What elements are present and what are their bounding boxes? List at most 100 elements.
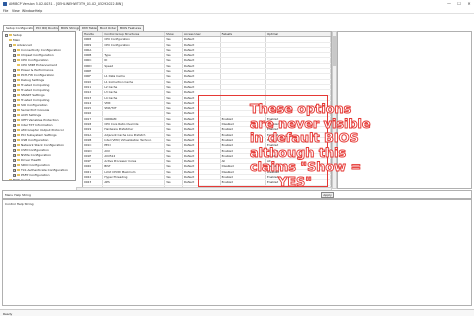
folder-icon [9,178,12,180]
tree-expander-icon[interactable]: + [13,123,16,127]
folder-icon [17,113,20,117]
setup-tree[interactable]: - Setup Main - Advanced + Connectivity Configu… [2,31,76,181]
tree-node-label: Trusted Computing [21,88,50,92]
annotation-text: These options are never visible in defau… [250,102,372,190]
tree-expander-icon[interactable]: + [13,48,16,52]
folder-icon [17,158,20,162]
tree-node-label: PCH-FW Configuration [21,73,55,77]
tree-expander-icon[interactable]: + [13,113,16,117]
tree-expander-icon[interactable]: + [13,78,16,82]
tree-node-label: UEFI Variables Protection [21,118,59,122]
folder-icon [17,88,20,92]
tree-node-label: Intel TXT Information [21,123,53,127]
folder-icon [17,63,20,67]
maximize-button[interactable]: ☐ [454,1,464,7]
tree-node-label: CPU Configuration [21,58,49,62]
folder-icon [17,153,20,157]
folder-icon [17,48,20,52]
tree-expander-icon[interactable]: - [5,33,8,37]
app-icon [3,2,7,6]
tree-expander-icon[interactable]: + [13,133,16,137]
menu-help-label: Menu Help String [5,193,31,197]
tree-node[interactable]: BIOS Guard [9,178,31,181]
tree-node-label: NVMe Configuration [21,153,52,157]
tree-node-label: Trusted Computing [21,83,50,87]
tree-node-label: Chipset Configuration [21,53,54,57]
tree-expander-icon[interactable]: - [9,43,12,47]
folder-icon [17,128,20,132]
tree-node-label: SDIO Configuration [21,163,50,167]
folder-icon [17,68,20,72]
folder-icon [13,43,16,47]
folder-icon [17,58,20,62]
folder-icon [17,93,20,97]
tree-expander-icon[interactable]: + [13,158,16,162]
tree-expander-icon[interactable]: + [13,148,16,152]
folder-icon [17,138,20,142]
tree-node-label: ACPI Settings [21,113,42,117]
control-help-label: Control Help String [5,202,34,206]
tree-expander-icon[interactable]: + [13,168,16,172]
folder-icon [17,78,20,82]
tree-node-label: CPU SMM Enhancement [21,63,57,67]
tree-node-label: AMI Graphic Output Protocol [21,128,64,132]
tree-node-label: SIO Configuration [21,103,48,107]
tree-expander-icon[interactable]: + [13,163,16,167]
folder-icon [17,143,20,147]
tree-node-label: PSFP Configuration [21,173,50,177]
folder-icon [17,133,20,137]
menu-help[interactable]: Help [35,9,42,13]
tree-expander-icon[interactable]: + [13,153,16,157]
tree-node-label: BIOS Guard [13,178,31,181]
tree-node-label: PCI Subsystem Settings [21,133,57,137]
folder-icon [17,118,20,122]
folder-icon [17,173,20,177]
tab-bar: Setup Configuration PCI IRQ Routing BIOS… [0,24,474,31]
folder-icon [9,38,12,42]
status-bar: Ready [0,309,474,316]
annotation-line: claims "Show = [250,160,362,175]
tree-expander-icon[interactable]: - [13,58,16,62]
tree-expander-icon[interactable]: + [13,53,16,57]
annotation-line: although this [250,145,347,161]
tree-expander-icon[interactable]: + [13,118,16,122]
tree-expander-icon[interactable]: + [13,88,16,92]
window-title: AMIBCP Version 5.02.0031 - [SEHLINEHWT3T… [9,2,123,6]
menu-view[interactable]: View [12,9,20,13]
annotation-line: YES" [278,174,313,190]
tree-expander-icon[interactable]: + [13,138,16,142]
scrollbar-thumb[interactable] [332,36,337,66]
menu-window[interactable]: Window [22,9,35,13]
apply-button[interactable]: Apply [321,192,334,198]
tree-expander-icon[interactable]: + [13,98,16,102]
folder-icon [17,123,20,127]
folder-icon [17,98,20,102]
tree-expander-icon[interactable]: + [13,108,16,112]
tree-node-label: Network Stack Configuration [21,143,65,147]
tree-expander-icon[interactable]: + [13,173,16,177]
tree-expander-icon[interactable]: + [13,143,16,147]
tree-expander-icon[interactable]: + [13,103,16,107]
tree-expander-icon[interactable]: + [13,93,16,97]
folder-icon [17,168,20,172]
tree-node-label: Power & Performance [21,68,54,72]
tree-node-label: Debug Settings [21,78,45,82]
menu-bar: File View Window Help [0,8,474,14]
menu-file[interactable]: File [3,9,8,13]
menu-help-panel: Menu Help String [2,190,472,199]
minimize-button[interactable]: — [444,1,454,7]
status-text: Ready [3,311,13,316]
annotation-line: in default BIOS [250,131,360,146]
tree-node-label: Driver Health [21,158,42,162]
tree-expander-icon[interactable]: + [13,68,16,72]
tree-node-label: Setup [13,33,22,37]
tree-node-label: TLS Authenticate Configuration [21,168,68,172]
close-button[interactable]: ✕ [464,1,474,7]
tree-node-label: Advanced [17,43,32,47]
tree-node-label: SMART Settings [21,93,45,97]
folder-icon [17,163,20,167]
tree-expander-icon[interactable]: + [13,128,16,132]
folder-icon [17,73,20,77]
tree-expander-icon[interactable]: + [13,83,16,87]
tree-expander-icon[interactable]: + [13,73,16,77]
